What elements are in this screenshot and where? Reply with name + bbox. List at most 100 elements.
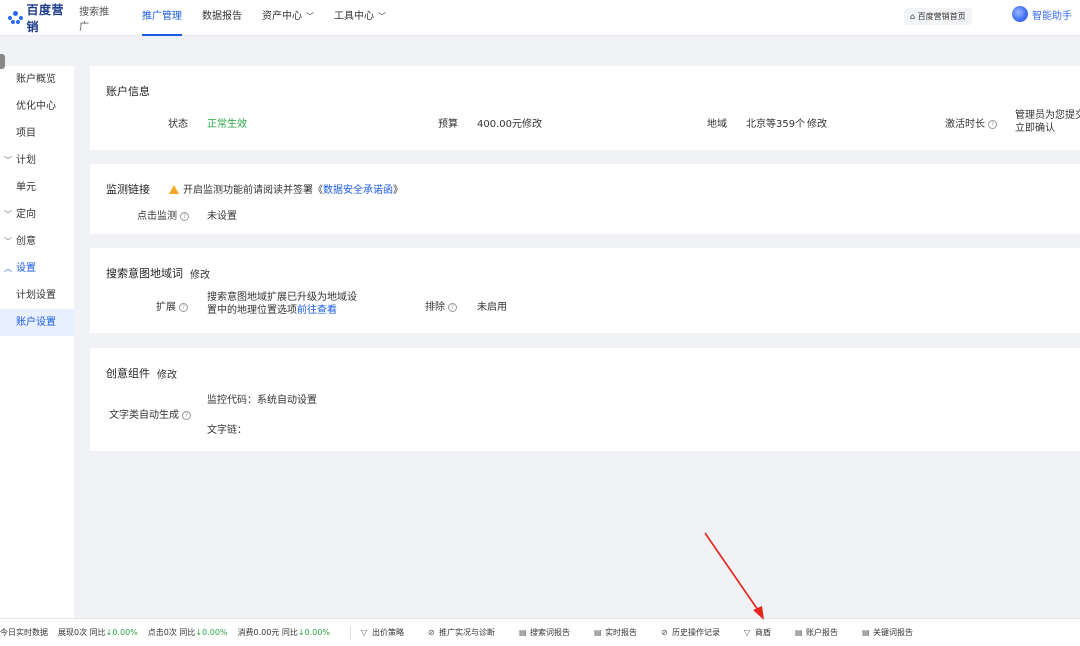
expand-label-text: 扩展 — [156, 302, 176, 313]
tool-account-report[interactable]: ▤ 账户报告 — [795, 627, 838, 638]
stat-change: ↓0.00% — [195, 628, 228, 637]
stat-label: 展现0次 — [58, 628, 88, 637]
tool-label: 实时报告 — [605, 628, 638, 637]
expand-line: 置中的地理位置选项 — [207, 305, 297, 316]
help-icon[interactable]: ? — [448, 303, 457, 312]
tool-label: 账户报告 — [806, 628, 839, 637]
sidebar-item-label: 定向 — [16, 209, 36, 220]
stat-label: 点击0次 — [147, 628, 177, 637]
report-icon: ▤ — [862, 627, 870, 637]
sidebar-item-plan[interactable]: ﹀ 计划 — [0, 147, 74, 174]
sidebar-item-plan-settings[interactable]: 计划设置 — [0, 282, 74, 309]
report-icon: ▤ — [795, 627, 803, 637]
sidebar-item-unit[interactable]: 单元 — [0, 174, 74, 201]
brand-name: 百度营销 — [26, 2, 65, 34]
assistant-orb-icon — [1012, 6, 1028, 22]
tool-keyword-report[interactable]: ▤ 关键词报告 — [862, 627, 913, 638]
report-icon: ▤ — [519, 627, 527, 637]
sidebar-item-account-overview[interactable]: 账户概览 — [0, 66, 74, 93]
sidebar-collapse-handle[interactable] — [0, 54, 5, 69]
nav-data-report[interactable]: 数据报告 — [192, 0, 252, 36]
sidebar-item-account-settings[interactable]: 账户设置 — [0, 309, 74, 336]
chevron-down-icon: ﹀ — [4, 210, 12, 219]
tool-realtime-report[interactable]: ▤ 实时报告 — [594, 627, 637, 638]
chevron-down-icon: ﹀ — [378, 11, 386, 21]
activation-line: 立即确认 — [1015, 123, 1055, 134]
nav-label: 资产中心 — [262, 10, 302, 22]
home-icon: ⌂ — [910, 12, 916, 21]
stat-compare: 同比 — [89, 628, 106, 637]
region-edit-link[interactable]: 修改 — [807, 115, 827, 130]
search-intent-edit-link[interactable]: 修改 — [190, 266, 210, 281]
creative-component-title: 创意组件 — [106, 367, 150, 380]
chevron-down-icon: ﹀ — [4, 156, 12, 165]
sidebar-item-label: 创意 — [16, 236, 36, 247]
region-value: 北京等359个 — [746, 119, 806, 130]
expand-label: 扩展? — [156, 298, 188, 313]
text-chain-value: 文字链： — [207, 425, 247, 436]
click-monitor-value: 未设置 — [207, 211, 237, 222]
tool-label: 搜索词报告 — [530, 628, 571, 637]
activation-label-text: 激活时长 — [945, 119, 985, 130]
tool-search-term-report[interactable]: ▤ 搜索词报告 — [519, 627, 570, 638]
sidebar-item-settings[interactable]: ︿ 设置 — [0, 255, 74, 282]
marketing-home-button[interactable]: ⌂ 百度营销首页 — [904, 8, 972, 25]
notice-text: 》 — [393, 185, 403, 196]
sidebar-item-project[interactable]: 项目 — [0, 120, 74, 147]
sidebar-item-targeting[interactable]: ﹀ 定向 — [0, 201, 74, 228]
help-icon[interactable]: ? — [182, 411, 191, 420]
main-nav: 推广管理 数据报告 资产中心 ﹀ 工具中心 ﹀ — [132, 0, 396, 36]
account-info-card: 账户信息 状态 正常生效 预算 400.00元 修改 地域 北京等359个 修改… — [90, 66, 1080, 150]
help-icon[interactable]: ? — [988, 120, 997, 129]
warning-icon — [169, 185, 179, 194]
tool-history-log[interactable]: ⊘ 历史操作记录 — [661, 627, 720, 638]
nav-tool-center[interactable]: 工具中心 ﹀ — [324, 0, 396, 36]
tool-live-diagnosis[interactable]: ⊘ 推广实况与诊断 — [428, 627, 495, 638]
budget-edit-link[interactable]: 修改 — [522, 115, 542, 130]
budget-label: 预算 — [438, 119, 458, 130]
sidebar-item-creative[interactable]: ﹀ 创意 — [0, 228, 74, 255]
help-icon[interactable]: ? — [179, 303, 188, 312]
smart-assistant-button[interactable]: 智能助手 — [1012, 6, 1072, 22]
sidebar-item-label: 项目 — [16, 128, 36, 139]
exclude-value: 未启用 — [477, 302, 507, 313]
tool-shangdun[interactable]: ▽ 商盾 — [744, 627, 771, 638]
sidebar-item-label: 计划设置 — [16, 290, 56, 301]
stat-label: 消费0.00元 — [237, 628, 280, 637]
expand-value: 搜索意图地域扩展已升级为地域设 置中的地理位置选项前往查看 — [207, 291, 357, 317]
sidebar-item-optimization-center[interactable]: 优化中心 — [0, 93, 74, 120]
nav-asset-center[interactable]: 资产中心 ﹀ — [252, 0, 324, 36]
activation-label: 激活时长? — [945, 115, 997, 130]
sidebar-item-label: 单元 — [16, 182, 36, 193]
exclude-label-text: 排除 — [425, 302, 445, 313]
report-icon: ▤ — [594, 627, 602, 637]
logo-mark-icon — [8, 10, 24, 25]
chevron-down-icon: ﹀ — [4, 237, 12, 246]
click-monitor-label: 点击监测? — [137, 207, 189, 222]
tool-bid-strategy[interactable]: ▽ 出价策略 — [361, 627, 404, 638]
tool-label: 推广实况与诊断 — [439, 628, 496, 637]
baidu-marketing-logo[interactable]: 百度营销 搜索推广 — [8, 1, 118, 35]
chevron-down-icon: ﹀ — [306, 11, 314, 21]
nav-label: 数据报告 — [202, 10, 242, 22]
stat-compare: 同比 — [281, 628, 298, 637]
filter-icon: ▽ — [361, 627, 368, 637]
assistant-label: 智能助手 — [1032, 10, 1072, 22]
data-security-agreement-link[interactable]: 数据安全承诺函 — [323, 185, 393, 196]
search-intent-region-card: 搜索意图地域词 修改 扩展? 搜索意图地域扩展已升级为地域设 置中的地理位置选项… — [90, 248, 1080, 333]
spend-stat: 消费0.00元 同比↓0.00% — [238, 627, 330, 638]
nav-promotion-management[interactable]: 推广管理 — [132, 0, 192, 36]
sidebar-item-label: 优化中心 — [16, 101, 56, 112]
click-monitor-label-text: 点击监测 — [137, 211, 177, 222]
product-name: 搜索推广 — [79, 6, 110, 33]
bottom-toolbar: 今日实时数据 展现0次 同比↓0.00% 点击0次 同比↓0.00% 消费0.0… — [0, 618, 1080, 646]
go-view-link[interactable]: 前往查看 — [297, 305, 337, 316]
creative-edit-link[interactable]: 修改 — [157, 366, 177, 381]
sidebar: 账户概览 优化中心 项目 ﹀ 计划 单元 ﹀ 定向 ﹀ 创意 ︿ 设置 计划设置 账户设… — [0, 66, 74, 618]
help-icon[interactable]: ? — [180, 212, 189, 221]
notice-text: 开启监测功能前请阅读并签署《 — [183, 185, 323, 196]
search-intent-title: 搜索意图地域词 — [106, 267, 183, 280]
monitor-link-card: 监测链接 开启监测功能前请阅读并签署《数据安全承诺函》 点击监测? 未设置 — [90, 164, 1080, 234]
account-info-title: 账户信息 — [106, 85, 150, 98]
shield-filter-icon: ▽ — [744, 627, 751, 637]
